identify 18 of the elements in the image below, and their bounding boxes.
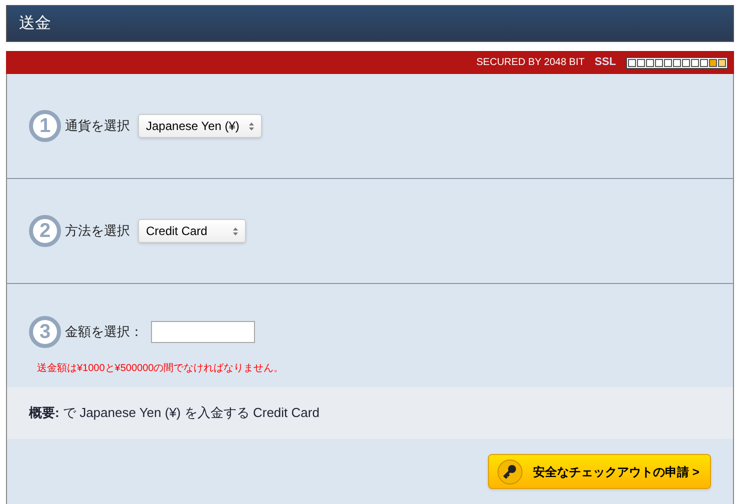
step-label: 金額を選択：	[65, 323, 143, 342]
dropdown[interactable]: Credit Card	[138, 219, 246, 243]
error-message: 送金額は¥1000と¥500000の間でなければなりません。	[36, 362, 285, 376]
stepper-icon	[233, 226, 238, 236]
checkout-button[interactable]: 安全なチェックアウトの申請 >	[488, 454, 711, 489]
dropdown[interactable]: Japanese Yen (¥)	[138, 114, 262, 138]
page-title: 送金	[19, 14, 51, 34]
security-text: SECURED BY 2048 BIT	[476, 56, 585, 70]
stepper-icon	[249, 122, 254, 130]
step-number: 2	[29, 215, 61, 247]
step-label: 方法を選択	[65, 222, 130, 240]
amount-field[interactable]	[151, 321, 255, 343]
key-icon	[497, 458, 523, 484]
step-number: 1	[29, 110, 61, 142]
step-number: 3	[29, 316, 61, 348]
ssl-label: SSL	[594, 55, 616, 70]
step-label: 通貨を選択	[65, 117, 130, 136]
summary-text: 概要: で Japanese Yen (¥) を入金する Credit Card	[7, 387, 733, 439]
